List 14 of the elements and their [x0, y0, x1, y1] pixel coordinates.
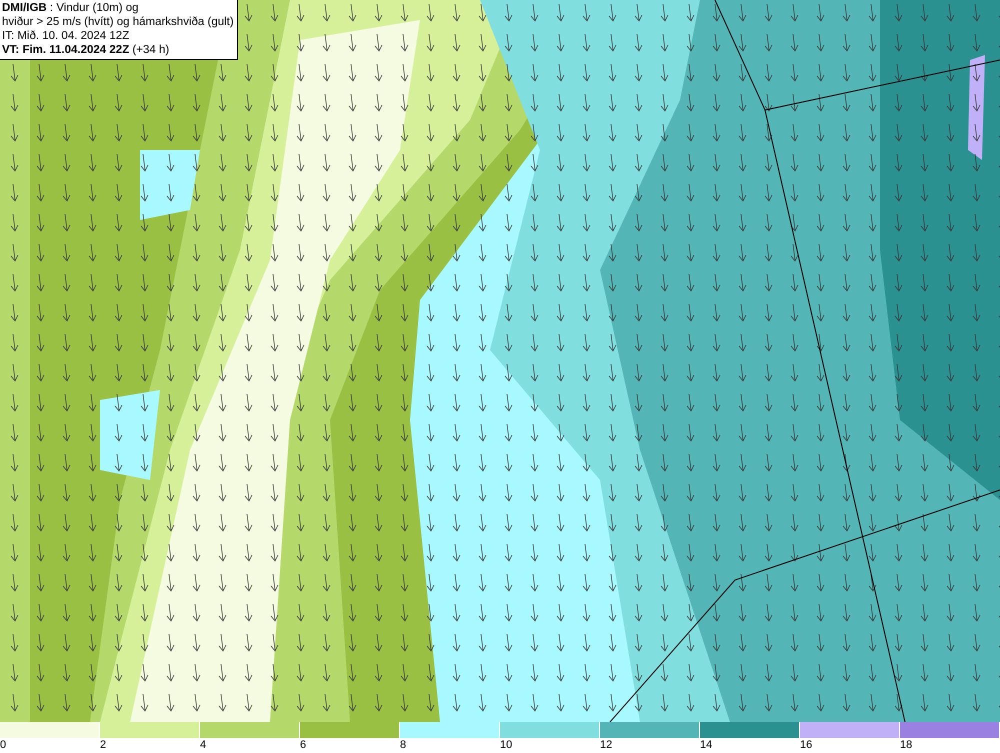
legend-tick-label: 14	[700, 738, 712, 752]
legend-tick-label: 6	[300, 738, 306, 752]
map-title-line: VT: Fim. 11.04.2024 22Z (+34 h)	[2, 43, 170, 57]
map-title-line: DMI/IGB : Vindur (10m) og	[2, 1, 140, 15]
legend-tick-label: 4	[200, 738, 206, 752]
map-title-line: hviður > 25 m/s (hvítt) og hámarkshviða (gult)	[2, 15, 234, 29]
map-title-line: IT: Mið. 10. 04. 2024 12Z	[2, 29, 130, 43]
legend-tick-label: 18	[900, 738, 912, 752]
legend-tick-label: 16	[800, 738, 812, 752]
legend-tick-label: 10	[500, 738, 512, 752]
legend-tick-label: 2	[100, 738, 106, 752]
legend-tick-label: 12	[600, 738, 612, 752]
legend-tick-label: 8	[400, 738, 406, 752]
legend-tick-label: 0	[0, 738, 6, 752]
